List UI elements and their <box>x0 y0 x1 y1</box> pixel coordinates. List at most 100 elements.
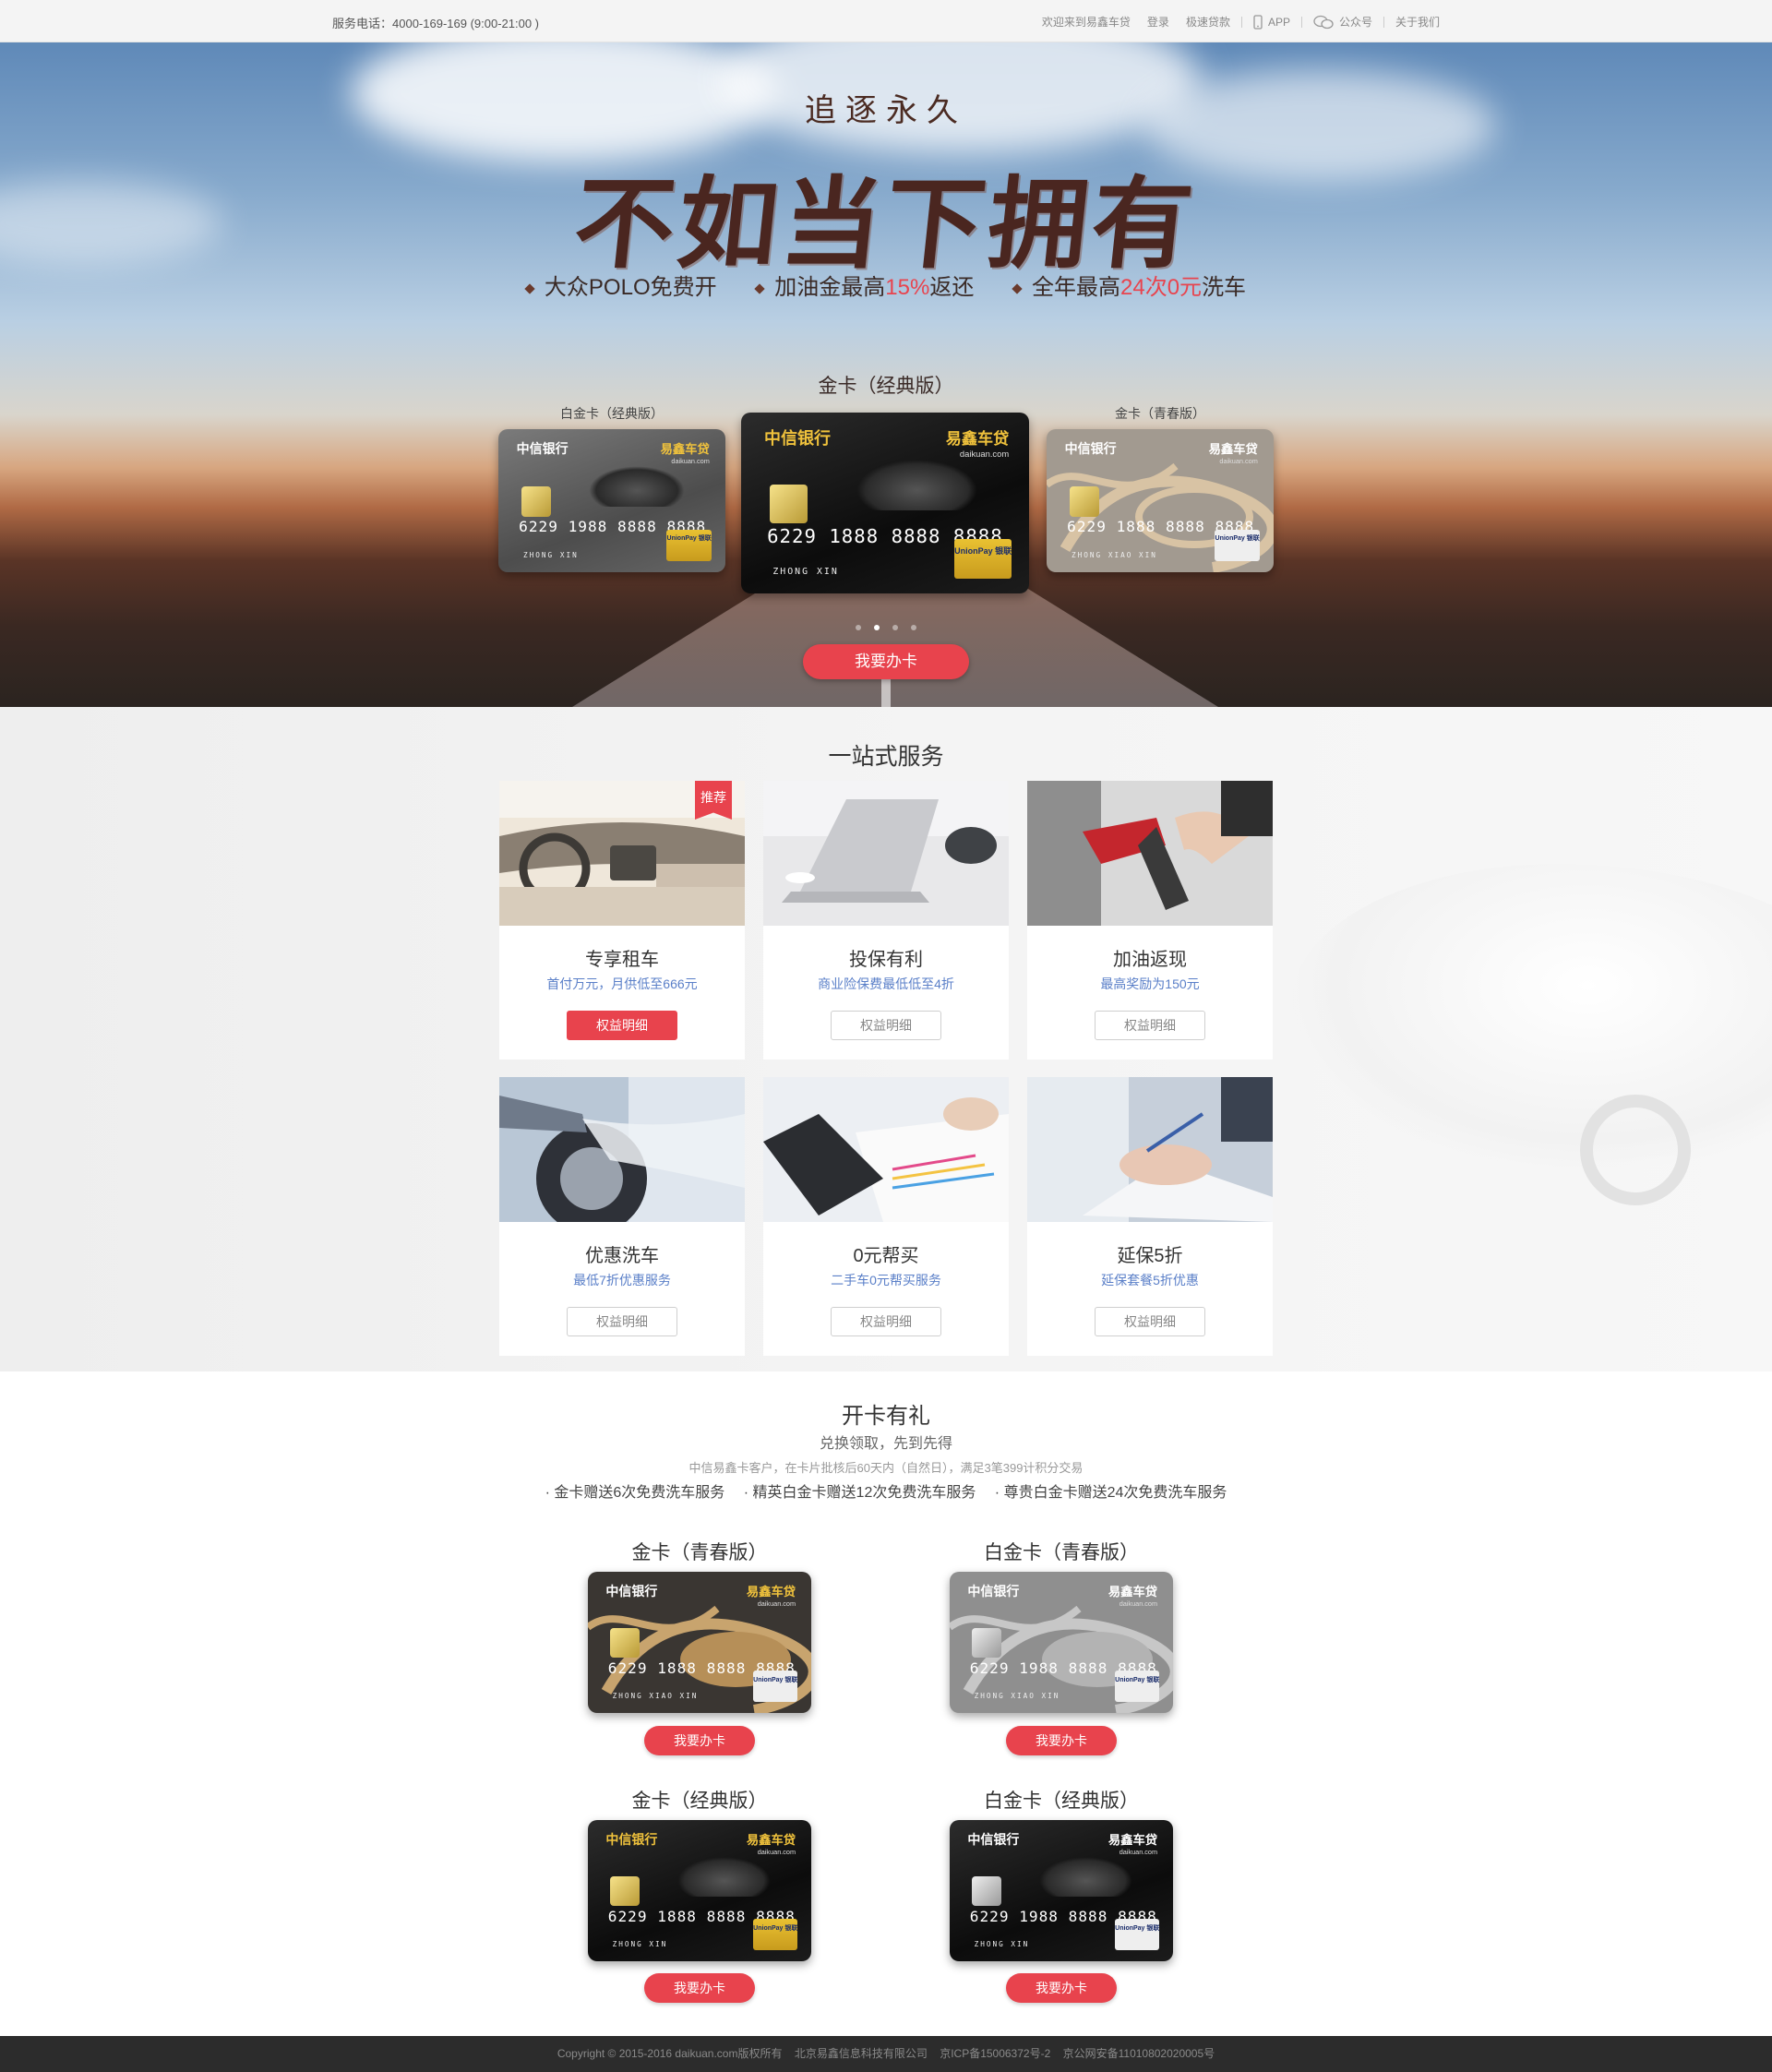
card-platinum-classic[interactable]: 中信银行 易鑫车贷 daikuan.com 6229 1988 8888 8888… <box>498 429 725 572</box>
perk-item: · 金卡赠送6次免费洗车服务 <box>545 1485 725 1501</box>
card-holder: ZHONG XIN <box>612 1940 668 1949</box>
chip-icon <box>1069 486 1099 517</box>
card-gold-youth[interactable]: 中信银行 易鑫车贷 daikuan.com 6229 1888 8888 8888… <box>1047 429 1274 572</box>
feature-text: 返还 <box>929 275 975 300</box>
benefit-detail-button[interactable]: 权益明细 <box>1095 1011 1205 1040</box>
copyright-text: Copyright © 2015-2016 daikuan.com版权所有 <box>557 2047 783 2060</box>
hero-banner: 追逐永久 不如当下拥有 大众POLO免费开 加油金最高15%返还 全年最高24次… <box>0 42 1772 707</box>
company-name: 北京易鑫信息科技有限公司 <box>794 2047 928 2060</box>
signing-image <box>1027 1077 1273 1222</box>
perk-item: · 尊贵白金卡赠送24次免费洗车服务 <box>994 1485 1227 1501</box>
car-wash-image <box>499 1077 745 1222</box>
wechat-label: 公众号 <box>1338 16 1372 29</box>
card-holder: ZHONG XIN <box>523 550 579 559</box>
service-hotline: 服务电话：4000-169-169 (9:00-21:00 ) <box>332 17 540 30</box>
feature-item: 全年最高24次0元洗车 <box>1012 275 1246 300</box>
bank-logo: 中信银行 <box>516 440 569 456</box>
unionpay-logo: UnionPay 银联 <box>1115 1671 1160 1702</box>
card-holder: ZHONG XIAO XIN <box>974 1692 1060 1701</box>
card-gold-classic[interactable]: 中信银行 易鑫车贷 daikuan.com 6229 1888 8888 8888… <box>741 413 1029 593</box>
service-desc: 二手车0元帮买服务 <box>831 1273 941 1288</box>
car-graphic <box>676 1856 772 1897</box>
brand-logo: 易鑫车贷 daikuan.com <box>945 429 1010 459</box>
service-name: 加油返现 <box>1113 950 1187 970</box>
about-link[interactable]: 关于我们 <box>1395 14 1440 30</box>
bank-logo: 中信银行 <box>763 428 831 448</box>
card-holder: ZHONG XIAO XIN <box>1072 550 1157 559</box>
service-name: 专享租车 <box>585 950 659 970</box>
wechat-link[interactable]: 公众号 <box>1313 14 1372 30</box>
divider <box>1240 16 1242 28</box>
unionpay-logo: UnionPay 银联 <box>666 529 712 561</box>
brand-logo: 易鑫车贷 daikuan.com <box>746 1584 796 1608</box>
feature-item: 大众POLO免费开 <box>524 275 717 300</box>
chip-icon <box>610 1876 640 1907</box>
fuel-nozzle-image <box>1027 781 1273 926</box>
apply-card-button[interactable]: 我要办卡 <box>644 1973 755 2003</box>
gift-title: 开卡有礼 <box>842 1404 930 1429</box>
service-card-wash: 优惠洗车 最低7折优惠服务 权益明细 <box>499 1077 745 1356</box>
service-name: 0元帮买 <box>853 1246 919 1266</box>
gift-card-gold-classic[interactable]: 中信银行 易鑫车贷 daikuan.com 6229 1888 8888 8888… <box>588 1820 811 1961</box>
apply-card-button[interactable]: 我要办卡 <box>803 644 969 679</box>
carousel-dot[interactable] <box>856 625 861 630</box>
bank-logo: 中信银行 <box>967 1831 1020 1847</box>
chip-icon <box>972 1628 1001 1659</box>
apply-card-button[interactable]: 我要办卡 <box>644 1726 755 1755</box>
brand-logo: 易鑫车贷 daikuan.com <box>1108 1832 1158 1856</box>
service-name: 延保5折 <box>1117 1246 1183 1266</box>
benefit-detail-button[interactable]: 权益明细 <box>831 1011 941 1040</box>
hero-subtitle: 追逐永久 <box>805 92 967 129</box>
card-holder: ZHONG XIN <box>974 1940 1030 1949</box>
chip-icon <box>972 1876 1001 1907</box>
fast-loan-link[interactable]: 极速贷款 <box>1186 14 1230 30</box>
diamond-icon <box>524 282 535 294</box>
carousel-dot[interactable] <box>911 625 916 630</box>
gift-card-platinum-classic[interactable]: 中信银行 易鑫车贷 daikuan.com 6229 1988 8888 8888… <box>950 1820 1173 1961</box>
gift-card-gold-youth[interactable]: 中信银行 易鑫车贷 daikuan.com 6229 1888 8888 8888… <box>588 1572 811 1713</box>
carousel-dot[interactable] <box>892 625 898 630</box>
unionpay-logo: UnionPay 银联 <box>953 539 1012 580</box>
icp-number[interactable]: 京ICP备15006372号-2 <box>940 2047 1050 2060</box>
brand-logo: 易鑫车贷 daikuan.com <box>660 441 710 465</box>
app-link[interactable]: APP <box>1253 14 1290 30</box>
benefit-detail-button[interactable]: 权益明细 <box>831 1307 941 1336</box>
brand-logo: 易鑫车贷 daikuan.com <box>1108 1584 1158 1608</box>
footer: Copyright © 2015-2016 daikuan.com版权所有 北京… <box>0 2036 1772 2072</box>
feature-highlight: 15% <box>885 275 930 300</box>
diamond-icon <box>754 282 765 294</box>
brand-logo: 易鑫车贷 daikuan.com <box>1208 441 1258 465</box>
gift-section: 开卡有礼 兑换领取，先到先得 中信易鑫卡客户，在卡片批核后60天内（自然日），满… <box>0 1371 1772 2036</box>
feature-highlight: 24次0元 <box>1120 275 1203 300</box>
unionpay-logo: UnionPay 银联 <box>753 1919 798 1950</box>
road-line-decoration <box>881 679 891 707</box>
gift-card-title: 白金卡（青春版） <box>984 1542 1139 1563</box>
feature-item: 加油金最高15%返还 <box>754 275 975 300</box>
apply-card-button[interactable]: 我要办卡 <box>1006 1726 1117 1755</box>
carousel-dot[interactable] <box>874 625 880 630</box>
benefit-detail-button[interactable]: 权益明细 <box>567 1011 677 1040</box>
background-wheel-decoration <box>1580 1095 1691 1205</box>
police-record[interactable]: 京公网安备11010802020005号 <box>1063 2047 1215 2060</box>
service-card-buy: 0元帮买 二手车0元帮买服务 权益明细 <box>763 1077 1009 1356</box>
services-section: 一站式服务 推荐 专享租车 首付万元，月供低至666元 权益明细 投保有利 商业… <box>0 707 1772 1371</box>
carousel-dots <box>0 618 1772 635</box>
service-card-fuel: 加油返现 最高奖励为150元 权益明细 <box>1027 781 1273 1060</box>
service-desc: 最低7折优惠服务 <box>573 1273 671 1288</box>
bank-logo: 中信银行 <box>605 1831 658 1847</box>
calculator-image <box>763 1077 1009 1222</box>
chip-icon <box>770 485 808 523</box>
login-link[interactable]: 登录 <box>1147 14 1169 30</box>
perk-item: · 精英白金卡赠送12次免费洗车服务 <box>743 1485 976 1501</box>
gift-card-platinum-youth[interactable]: 中信银行 易鑫车贷 daikuan.com 6229 1988 8888 8888… <box>950 1572 1173 1713</box>
benefit-detail-button[interactable]: 权益明细 <box>1095 1307 1205 1336</box>
apply-card-button[interactable]: 我要办卡 <box>1006 1973 1117 2003</box>
car-graphic <box>1038 1856 1133 1897</box>
gift-card-title: 金卡（青春版） <box>631 1542 768 1563</box>
feature-text: 大众POLO免费开 <box>544 275 717 300</box>
unionpay-logo: UnionPay 银联 <box>1115 1919 1160 1950</box>
feature-text: 全年最高 <box>1032 275 1121 300</box>
chip-icon <box>521 486 551 517</box>
benefit-detail-button[interactable]: 权益明细 <box>567 1307 677 1336</box>
service-desc: 首付万元，月供低至666元 <box>546 976 698 991</box>
